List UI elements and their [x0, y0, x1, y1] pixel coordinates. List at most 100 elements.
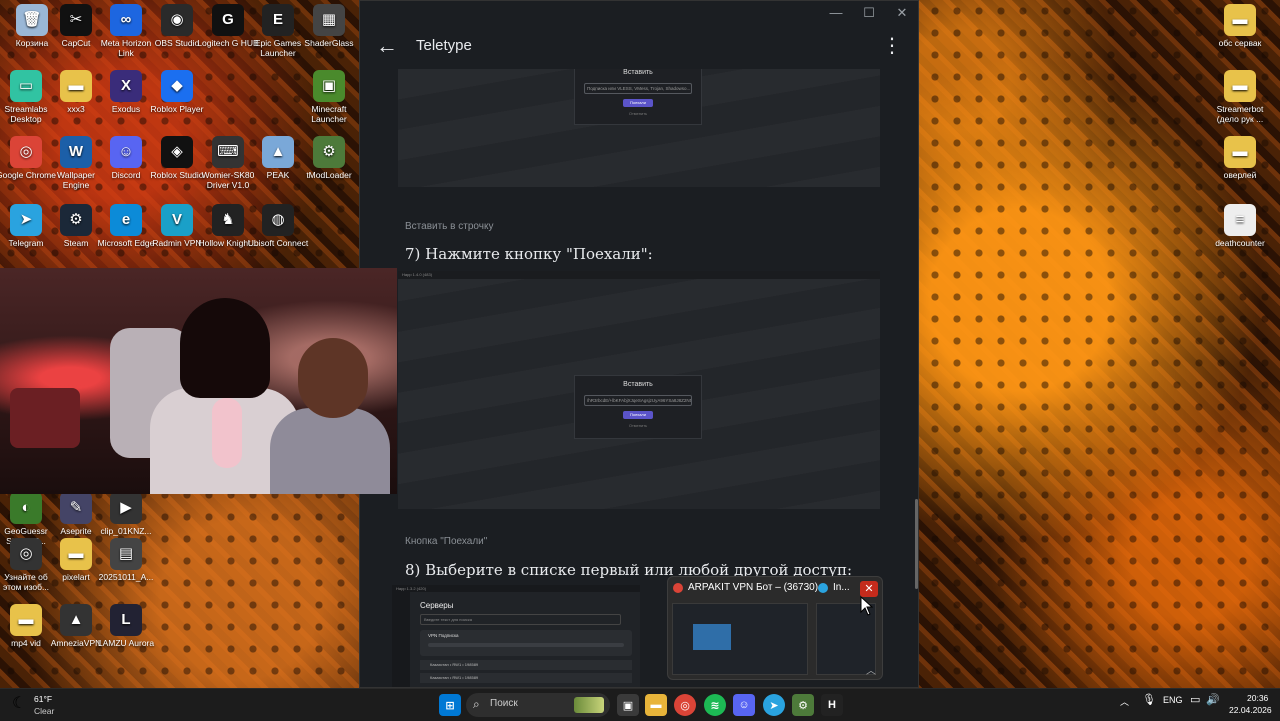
image-servers-title: Серверы — [420, 601, 454, 610]
chevron-up-icon[interactable]: ︿ — [866, 662, 876, 677]
tmodloader-taskbar-icon[interactable]: ⚙ — [792, 694, 814, 716]
mouse-cursor-icon — [860, 596, 874, 616]
thumbnail-content — [693, 624, 731, 650]
ubisoft-icon: ◍ — [262, 204, 294, 236]
windows-start-icon[interactable]: ⊞ — [439, 694, 461, 716]
telegram-icon: ➤ — [10, 204, 42, 236]
dialog-go-button: Поехали — [623, 411, 653, 419]
webcam-background — [10, 388, 80, 448]
discord-icon: ☺ — [110, 136, 142, 168]
image-window-header: Happ 1.3.2 (420) — [392, 585, 640, 592]
monitor-icon[interactable]: ▭ — [1190, 693, 1200, 706]
image-window-header: Happ 1.4.0 (483) — [398, 271, 880, 279]
app-header: ← Teletype ⋮ — [360, 25, 918, 69]
folder-icon: ▬ — [1224, 136, 1256, 168]
desktop-icon[interactable]: L LAMZU Aurora — [94, 604, 158, 648]
folder-icon: ▬ — [1224, 70, 1256, 102]
preview-close-button[interactable]: ✕ — [860, 581, 878, 597]
microphone-icon[interactable]: 🎙 — [1142, 693, 1156, 706]
back-arrow-icon[interactable]: ← — [376, 33, 398, 59]
desktop-icon[interactable]: ▬ оверлей — [1208, 136, 1272, 180]
task-view-icon[interactable]: ▣ — [617, 694, 639, 716]
geoguessr-icon: ◐ — [10, 492, 42, 524]
obs-icon: ◉ — [161, 4, 193, 36]
telegram-icon — [818, 583, 828, 593]
exodus-icon: X — [110, 70, 142, 102]
desktop-icon-label: обс сервак — [1218, 38, 1262, 48]
logitech-icon: G — [212, 4, 244, 36]
roblox-icon: ◆ — [161, 70, 193, 102]
clock-date[interactable]: 22.04.2026 — [1229, 705, 1272, 715]
desktop-icon-label: clip_01KNZ... — [100, 526, 152, 536]
preview-thumbnail-1[interactable] — [672, 603, 808, 675]
file-explorer-icon[interactable]: ▬ — [645, 694, 667, 716]
folder-icon: ▬ — [10, 604, 42, 636]
shaderglass-icon: ▦ — [313, 4, 345, 36]
desktop-icon[interactable]: ≡ deathcounter — [1208, 204, 1272, 248]
desktop-icon[interactable]: ▬ обс сервак — [1208, 4, 1272, 48]
taskbar: ☾ 61°F Clear ⊞ ⌕ Поиск ▣ ▬ ◎ ≋ ☺ ➤ ⚙ H ︿… — [0, 688, 1280, 721]
webcam-overlay — [0, 268, 397, 494]
minimize-button[interactable]: — — [826, 5, 846, 21]
dialog-input: Подписка или VLESS, VMess, Trojan, Shado… — [584, 83, 692, 94]
scrollbar-thumb[interactable] — [915, 499, 918, 589]
volume-icon[interactable]: 🔊 — [1206, 693, 1220, 706]
telegram-taskbar-icon[interactable]: ➤ — [763, 694, 785, 716]
lamzu-icon: L — [110, 604, 142, 636]
tmodloader-icon: ⚙ — [313, 136, 345, 168]
desktop-icon[interactable]: ◆ Roblox Player — [145, 70, 209, 114]
close-window-button[interactable]: ✕ — [892, 5, 912, 21]
desktop-icon[interactable]: ◍ Ubisoft Connect — [246, 204, 310, 248]
weather-icon: ☾ — [12, 695, 27, 712]
wallpaper-engine-icon: W — [60, 136, 92, 168]
amnezia-vpn-icon: ▲ — [60, 604, 92, 636]
image-group-card: VPN Подписка — [420, 630, 632, 656]
text-file-icon: ≡ — [1224, 204, 1256, 236]
taskbar-search[interactable]: ⌕ Поиск — [466, 693, 610, 717]
discord-taskbar-icon[interactable]: ☺ — [733, 694, 755, 716]
desktop-icon[interactable]: ▤ 20251011_A... — [94, 538, 158, 582]
dialog-cancel: Отменить — [628, 111, 648, 116]
meta-horizon-icon: ∞ — [110, 4, 142, 36]
preview-tab-title-2[interactable]: In... — [833, 582, 850, 593]
search-highlight-image — [574, 697, 604, 713]
more-menu-icon[interactable]: ⋮ — [882, 34, 902, 58]
chrome-taskbar-icon[interactable]: ◎ — [674, 694, 696, 716]
language-indicator[interactable]: ENG — [1163, 695, 1183, 705]
webcam-person-1-head — [180, 298, 270, 398]
folder-icon: ▬ — [60, 538, 92, 570]
video-file-icon: ▶ — [110, 492, 142, 524]
webcam-microphone — [212, 398, 242, 468]
edge-icon: e — [110, 204, 142, 236]
maximize-button[interactable]: ☐ — [859, 5, 879, 21]
desktop-icon[interactable]: ▶ clip_01KNZ... — [94, 492, 158, 536]
image-caption-2: Кнопка "Поехали" — [405, 536, 488, 547]
tray-overflow-chevron[interactable]: ︿ — [1120, 695, 1129, 708]
clock-time[interactable]: 20:36 — [1247, 693, 1268, 703]
steam-icon: ⚙ — [60, 204, 92, 236]
folder-icon: ▬ — [60, 70, 92, 102]
article-image-3: Happ 1.3.2 (420) Серверы Введите текст д… — [392, 585, 640, 687]
spotify-icon[interactable]: ≋ — [704, 694, 726, 716]
desktop-icon-label: deathcounter — [1215, 238, 1265, 248]
radmin-vpn-icon: V — [161, 204, 193, 236]
desktop-icon[interactable]: ▬ Streamerbot (дело рук ... — [1208, 70, 1272, 124]
desktop-icon-label: LAMZU Aurora — [97, 638, 155, 648]
image-sidebar — [392, 592, 410, 687]
weather-temp[interactable]: 61°F — [34, 694, 52, 704]
article-image-2: Happ 1.4.0 (483) Вставить /hR3rbcdE/+lbK… — [398, 271, 880, 509]
weather-desc[interactable]: Clear — [34, 706, 54, 716]
desktop-icon-label: оверлей — [1223, 170, 1257, 180]
preview-tab-title[interactable]: ARPAKIT VPN Бот – (36730) — [688, 582, 818, 593]
dialog-cancel: Отменить — [628, 423, 648, 428]
webcam-person-2-head — [298, 338, 368, 418]
desktop-icon[interactable]: ▦ ShaderGlass — [297, 4, 361, 48]
womier-icon: ⌨ — [212, 136, 244, 168]
step-7-heading: 7) Нажмите кнопку "Поехали": — [405, 245, 653, 263]
window-titlebar[interactable]: — ☐ ✕ — [360, 1, 918, 25]
happ-taskbar-icon[interactable]: H — [821, 694, 843, 716]
desktop-icon[interactable]: ⚙ tModLoader — [297, 136, 361, 180]
desktop-icon[interactable]: ▣ Minecraft Launcher — [297, 70, 361, 124]
desktop-icon-label: ShaderGlass — [304, 38, 354, 48]
desktop-icon-label: Minecraft Launcher — [311, 104, 347, 124]
